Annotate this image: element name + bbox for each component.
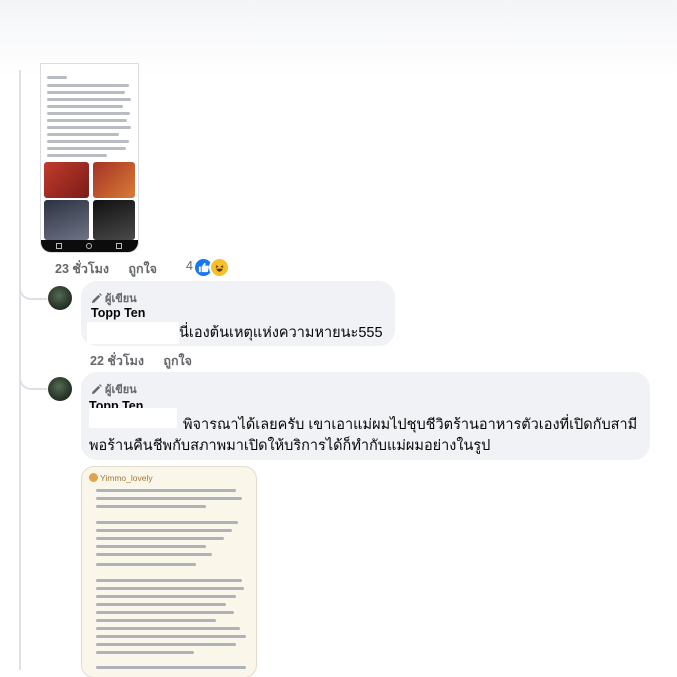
chat-text-line (96, 545, 206, 548)
image-text-line (47, 98, 131, 101)
home-icon (86, 243, 92, 249)
image-text-line (47, 154, 107, 157)
redacted-mention (87, 322, 179, 344)
thumbnail-image (44, 200, 89, 240)
chat-text-line (96, 595, 236, 598)
reply-bubble: ผู้เขียน Topp Ten นี่เองต้นเหตุแห่งความห… (81, 281, 395, 346)
chat-text-line (96, 611, 234, 614)
chat-text-line (96, 505, 206, 508)
avatar[interactable] (48, 377, 72, 401)
comment-time[interactable]: 22 ชั่วโมง (90, 354, 144, 368)
thumbnail-image (93, 162, 135, 198)
chat-text-line (96, 603, 226, 606)
avatar[interactable] (48, 286, 72, 310)
chat-text-line (96, 489, 236, 492)
chat-text-line (96, 643, 236, 646)
reply-image-attachment[interactable]: Yimmo_lovely (82, 467, 256, 677)
recents-icon (116, 243, 122, 249)
chat-text-line (96, 579, 242, 582)
comment-image-attachment[interactable] (41, 64, 138, 252)
haha-reaction-icon[interactable] (209, 257, 230, 278)
reply-branch-line (19, 284, 47, 300)
comment-text: นี่เองต้นเหตุแห่งความหายนะ555 (179, 325, 383, 341)
thumbnail-image (93, 200, 135, 240)
chat-text-line (96, 553, 212, 556)
back-icon (56, 243, 62, 249)
image-text-line (47, 91, 125, 94)
chat-text-line (96, 497, 242, 500)
like-link[interactable]: ถูกใจ (163, 354, 192, 368)
chat-text-line (96, 635, 246, 638)
comment-time[interactable]: 23 ชั่วโมง (55, 262, 109, 276)
image-text-line (47, 126, 131, 129)
chat-text-line (96, 651, 194, 654)
pencil-icon (91, 384, 102, 395)
redacted-mention (89, 408, 177, 428)
chat-text-line (96, 521, 238, 524)
image-text-line (47, 147, 126, 150)
chat-text-line (96, 537, 224, 540)
chat-text-line (96, 587, 244, 590)
reply-bubble: ผู้เขียน Topp Ten พิจารณาได้เลยครับ เขาเ… (81, 372, 650, 460)
author-badge: ผู้เขียน (91, 289, 137, 307)
author-badge: ผู้เขียน (91, 380, 137, 398)
comment-meta: 23 ชั่วโมง ถูกใจ (55, 259, 173, 279)
thread-line (19, 70, 21, 670)
reply-meta: 22 ชั่วโมง ถูกใจ (90, 351, 208, 371)
like-link[interactable]: ถูกใจ (128, 262, 157, 276)
reaction-count[interactable]: 4 (186, 259, 193, 273)
phone-nav-bar (41, 240, 138, 252)
chat-text-line (96, 529, 232, 532)
commenter-name[interactable]: Topp Ten (91, 306, 145, 320)
image-text-line (47, 119, 127, 122)
image-text-line (47, 76, 67, 79)
chat-text-line (96, 563, 196, 566)
comment-text-line1: พิจารณาได้เลยครับ เขาเอาแม่ผมไปชุบชีวิตร… (183, 417, 638, 433)
image-text-line (47, 140, 129, 143)
chat-text-line (96, 666, 246, 669)
chat-text-line (96, 619, 216, 622)
chat-text-line (96, 627, 240, 630)
thumbnail-image (44, 162, 89, 198)
sender-avatar-icon (89, 473, 98, 482)
comment-text-line2: พอร้านคืนชีพกับสภาพมาเปิดให้บริการได้ก็ท… (89, 438, 491, 454)
reply-branch-line (19, 374, 47, 390)
image-text-line (47, 133, 119, 136)
image-text-line (47, 84, 129, 87)
image-text-line (47, 112, 130, 115)
pencil-icon (91, 293, 102, 304)
image-text-line (47, 105, 123, 108)
chat-header: Yimmo_lovely (89, 473, 153, 483)
